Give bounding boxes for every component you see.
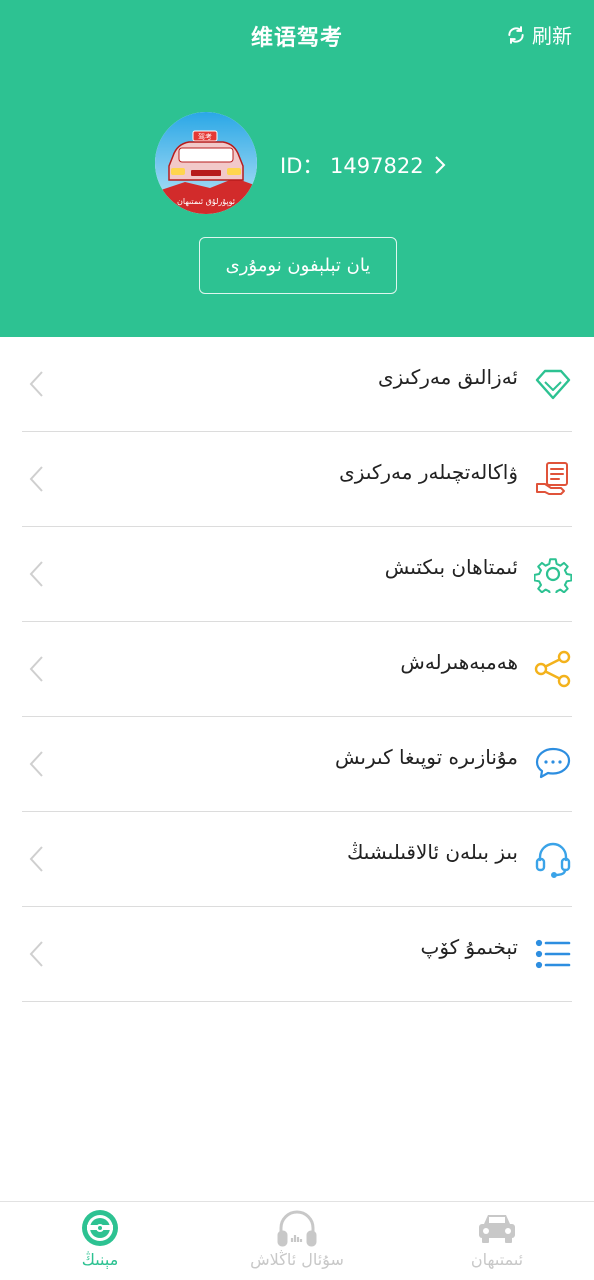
tab-mine[interactable]: مېنىڭ: [20, 1208, 180, 1269]
chevron-left-icon: [29, 941, 43, 967]
app-title: 维语驾考: [250, 26, 343, 51]
menu-item-label: مۇنازىرە توپىغا كىرىش: [334, 745, 518, 769]
menu-item-label: بىز بىلەن ئالاقىلىشىڭ: [346, 840, 518, 864]
share-icon: [534, 650, 571, 688]
menu-item-exam-settings[interactable]: ئىمتاھان بىكتىش: [22, 527, 572, 622]
refresh-icon: [508, 25, 524, 44]
chevron-left-icon: [29, 561, 43, 587]
chevron-right-icon: [434, 156, 445, 174]
document-hand-icon: [536, 462, 568, 495]
user-id-text: ID： 1497822: [280, 154, 424, 178]
tab-exam[interactable]: ئىمتىھان: [417, 1208, 577, 1269]
tab-listen-questions[interactable]: سۇئال ئاڭلاش: [217, 1208, 377, 1269]
settings-menu: ئەزالىق مەركىزى ۋاكالەتچىلەر مەركىزى ئىم…: [0, 337, 594, 1002]
svg-text:驾考: 驾考: [198, 132, 212, 141]
headphones-icon: [277, 1210, 317, 1247]
refresh-label: 刷新: [532, 24, 572, 48]
car-icon: [479, 1215, 515, 1243]
menu-item-join-discussion[interactable]: مۇنازىرە توپىغا كىرىش: [22, 717, 572, 812]
menu-item-label: ھەمبەھىرلەش: [400, 650, 518, 674]
menu-item-contact-us[interactable]: بىز بىلەن ئالاقىلىشىڭ: [22, 812, 572, 907]
chevron-left-icon: [29, 656, 43, 682]
profile-header: 维语驾考 刷新 驾考 ئوپۇرلۇق ئىمتىھان ID： 1497822…: [0, 0, 594, 337]
menu-item-label: ئەزالىق مەركىزى: [377, 365, 518, 389]
chat-icon: [535, 747, 571, 779]
steering-wheel-icon: [82, 1210, 118, 1246]
menu-item-more[interactable]: تېخىمۇ كۆپ: [22, 907, 572, 1002]
menu-item-share[interactable]: ھەمبەھىرلەش: [22, 622, 572, 717]
menu-item-label: ۋاكالەتچىلەر مەركىزى: [339, 460, 518, 484]
bind-phone-button[interactable]: يان تېلېفون نومۇرى: [199, 237, 397, 294]
menu-item-agent-center[interactable]: ۋاكالەتچىلەر مەركىزى: [22, 432, 572, 527]
menu-item-label: تېخىمۇ كۆپ: [420, 935, 518, 959]
chevron-left-icon: [29, 751, 43, 777]
avatar[interactable]: 驾考 ئوپۇرلۇق ئىمتىھان: [155, 112, 257, 214]
gear-icon: [534, 558, 572, 593]
list-icon: [535, 939, 571, 969]
tab-label: ئىمتىھان: [470, 1250, 524, 1269]
bottom-tab-bar: مېنىڭ سۇئال ئاڭلاش ئىمتىھان: [0, 1201, 594, 1280]
tab-label: سۇئال ئاڭلاش: [250, 1250, 344, 1269]
avatar-car-logo-icon: 驾考 ئوپۇرلۇق ئىمتىھان: [155, 112, 257, 214]
diamond-icon: [535, 369, 571, 400]
chevron-left-icon: [29, 466, 43, 492]
chevron-left-icon: [29, 846, 43, 872]
svg-text:ئوپۇرلۇق ئىمتىھان: ئوپۇرلۇق ئىمتىھان: [177, 197, 235, 206]
refresh-button[interactable]: 刷新: [506, 20, 572, 49]
tab-label: مېنىڭ: [81, 1250, 119, 1269]
headset-icon: [535, 842, 571, 878]
user-id-link[interactable]: ID： 1497822: [280, 150, 446, 180]
menu-item-membership-center[interactable]: ئەزالىق مەركىزى: [22, 337, 572, 432]
chevron-left-icon: [29, 371, 43, 397]
menu-item-label: ئىمتاھان بىكتىش: [384, 555, 518, 579]
